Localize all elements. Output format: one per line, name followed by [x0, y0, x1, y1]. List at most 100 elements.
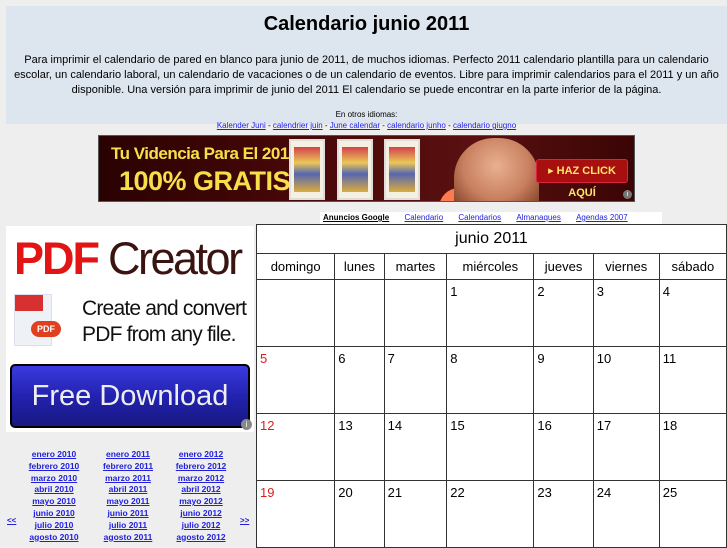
- calendar-day-cell: 12: [255, 413, 336, 481]
- calendar-day-cell: 22: [446, 480, 535, 548]
- banner-ad-subheadline: 100% GRATIS: [119, 166, 291, 196]
- month-link[interactable]: mayo 2010: [14, 496, 94, 508]
- calendar-day-cell: 4: [658, 279, 727, 347]
- month-link[interactable]: enero 2012: [161, 449, 241, 461]
- weekday-header: martes: [383, 253, 448, 280]
- month-link[interactable]: marzo 2011: [88, 473, 168, 485]
- ad-link-calendario[interactable]: Calendario: [404, 213, 443, 222]
- calendar-week-row: 19 20 21 22 23 24 25: [255, 480, 727, 548]
- month-link[interactable]: agosto 2012: [161, 532, 241, 544]
- ad-link-calendarios[interactable]: Calendarios: [458, 213, 501, 222]
- ad-link-agendas[interactable]: Agendas 2007: [576, 213, 628, 222]
- pdf-ad-tagline-line1: Create and convert: [82, 297, 247, 320]
- pdf-ad-tagline: Create and convert PDF from any file.: [82, 296, 247, 348]
- month-link[interactable]: julio 2011: [88, 520, 168, 532]
- pdf-ad-title: PDF Creator: [14, 233, 243, 284]
- tarot-card-image: [289, 139, 325, 200]
- ad-info-icon[interactable]: i: [241, 419, 252, 430]
- month-link[interactable]: enero 2010: [14, 449, 94, 461]
- weekday-header-row: domingo lunes martes miércoles jueves viernes…: [255, 253, 727, 280]
- pdf-ad-title-pdf: PDF: [14, 233, 100, 284]
- calendar-day-cell: 7: [383, 346, 448, 414]
- weekday-header: sábado: [658, 253, 727, 280]
- ad-link-almanaques[interactable]: Almanaques: [516, 213, 560, 222]
- banner-ad-headline: Tu Videncia Para El 2011: [111, 144, 297, 163]
- language-links: Kalender Juni - calendrier juin - June c…: [6, 120, 727, 132]
- next-months-link[interactable]: >>: [240, 516, 249, 525]
- language-link[interactable]: Kalender Juni: [217, 121, 266, 130]
- other-languages-label: En otros idiomas:: [335, 110, 398, 119]
- month-link[interactable]: mayo 2011: [88, 496, 168, 508]
- calendar-day-cell: 18: [658, 413, 727, 481]
- calendar-empty-cell: [255, 279, 336, 347]
- calendar-week-row: 1234: [255, 279, 727, 347]
- calendar-empty-cell: [383, 279, 448, 347]
- month-link[interactable]: abril 2010: [14, 484, 94, 496]
- link-separator: -: [445, 121, 453, 130]
- month-link[interactable]: febrero 2010: [14, 461, 94, 473]
- weekday-header: domingo: [255, 253, 336, 280]
- month-link[interactable]: junio 2012: [161, 508, 241, 520]
- month-link[interactable]: agosto 2011: [88, 532, 168, 544]
- weekday-header: viernes: [592, 253, 660, 280]
- calendar-day-cell: 5: [255, 346, 336, 414]
- banner-ad[interactable]: Tu Videncia Para El 2011 100% GRATIS ▸ H…: [98, 135, 635, 202]
- calendar-day-cell: 2: [533, 279, 594, 347]
- weekday-header: jueves: [533, 253, 594, 280]
- tarot-card-image: [384, 139, 420, 200]
- calendar-week-row: 5 6 7 8 9 10 11: [255, 346, 727, 414]
- language-link[interactable]: calendario junho: [387, 121, 446, 130]
- page-header: Calendario junio 2011 Para imprimir el c…: [6, 6, 727, 130]
- calendar-day-cell: 25: [658, 480, 727, 548]
- calendar-day-cell: 21: [383, 480, 448, 548]
- month-link[interactable]: abril 2011: [88, 484, 168, 496]
- weekday-header: miércoles: [446, 253, 535, 280]
- google-ad-links: Anuncios Google Calendario Calendarios A…: [320, 212, 662, 224]
- banner-ad-cta-button[interactable]: ▸ HAZ CLICK AQUÍ: [536, 159, 628, 199]
- pdf-ad-tagline-line2: PDF from any file.: [82, 323, 236, 346]
- calendar-day-cell: 10: [592, 346, 660, 414]
- month-link[interactable]: marzo 2010: [14, 473, 94, 485]
- month-link[interactable]: enero 2011: [88, 449, 168, 461]
- month-link[interactable]: marzo 2012: [161, 473, 241, 485]
- calendar-day-cell: 3: [592, 279, 660, 347]
- month-link[interactable]: febrero 2012: [161, 461, 241, 473]
- month-link[interactable]: junio 2011: [88, 508, 168, 520]
- link-separator: -: [322, 121, 330, 130]
- calendar-day-cell: 14: [383, 413, 448, 481]
- page-description: Para imprimir el calendario de pared en …: [14, 54, 719, 96]
- month-link[interactable]: julio 2012: [161, 520, 241, 532]
- pdf-badge: PDF: [31, 321, 61, 337]
- calendar-day-cell: 17: [592, 413, 660, 481]
- link-separator: -: [265, 121, 273, 130]
- month-link[interactable]: julio 2010: [14, 520, 94, 532]
- month-navigation: << enero 2010 febrero 2010 marzo 2010 abril…: [6, 449, 254, 545]
- language-link[interactable]: calendrier juin: [273, 121, 323, 130]
- calendar-day-cell: 6: [334, 346, 385, 414]
- calendar-day-cell: 15: [446, 413, 535, 481]
- calendar-month-title: junio 2011: [256, 224, 727, 254]
- calendar-day-cell: 19: [255, 480, 336, 548]
- calendar-table: junio 2011 domingo lunes martes miércoles ju…: [255, 224, 727, 548]
- language-link[interactable]: June calendar: [330, 121, 380, 130]
- calendar-day-cell: 20: [334, 480, 385, 548]
- calendar-day-cell: 1: [446, 279, 535, 347]
- month-link[interactable]: abril 2012: [161, 484, 241, 496]
- pdf-ad-title-creator: Creator: [98, 233, 243, 284]
- month-link[interactable]: febrero 2011: [88, 461, 168, 473]
- pdf-creator-ad[interactable]: PDF Creator PDF Create and convert PDF f…: [6, 226, 254, 432]
- calendar-day-cell: 16: [533, 413, 594, 481]
- month-link[interactable]: junio 2010: [14, 508, 94, 520]
- tarot-card-image: [337, 139, 373, 200]
- month-link[interactable]: mayo 2012: [161, 496, 241, 508]
- ad-info-icon[interactable]: i: [623, 190, 632, 199]
- calendar-day-cell: 24: [592, 480, 660, 548]
- pdf-document-icon: PDF: [14, 294, 61, 346]
- calendar-week-row: 12 13 14 15 16 17 18: [255, 413, 727, 481]
- language-link[interactable]: calendario giugno: [453, 121, 516, 130]
- weekday-header: lunes: [334, 253, 385, 280]
- free-download-button[interactable]: Free Download: [10, 364, 250, 428]
- month-link[interactable]: agosto 2010: [14, 532, 94, 544]
- month-column-2010: enero 2010 febrero 2010 marzo 2010 abril 20…: [14, 449, 94, 543]
- calendar-day-cell: 8: [446, 346, 535, 414]
